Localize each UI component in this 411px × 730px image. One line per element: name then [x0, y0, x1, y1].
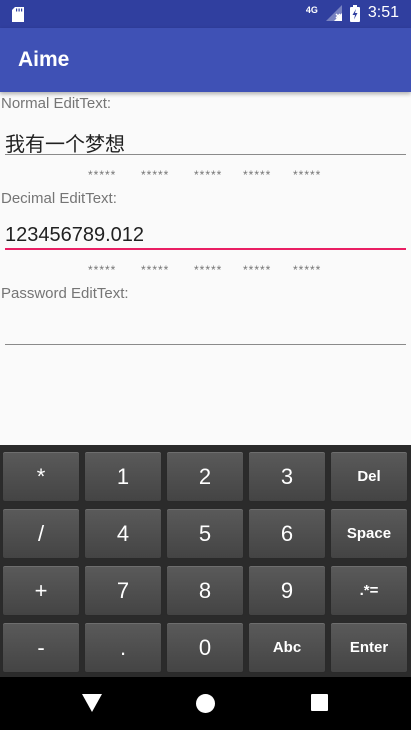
normal-edittext-underline — [5, 154, 406, 155]
key-minus[interactable]: - — [2, 622, 80, 673]
key-delete[interactable]: Del — [330, 451, 408, 502]
key-divide[interactable]: / — [2, 508, 80, 559]
key-0[interactable]: 0 — [166, 622, 244, 673]
stars-item: ***** — [194, 263, 223, 277]
decimal-edittext[interactable]: 123456789.012 — [5, 224, 406, 250]
key-3[interactable]: 3 — [248, 451, 326, 502]
key-dot[interactable]: . — [84, 622, 162, 673]
home-icon[interactable] — [196, 694, 215, 713]
normal-edittext[interactable]: 我有一个梦想 — [5, 128, 406, 156]
network-type: 4G — [305, 4, 318, 15]
battery-charging-icon — [349, 4, 360, 22]
stars-item: ***** — [293, 263, 322, 277]
decimal-edittext-label: Decimal EditText: — [1, 190, 117, 207]
key-8[interactable]: 8 — [166, 565, 244, 616]
key-2[interactable]: 2 — [166, 451, 244, 502]
clock: 3:51 — [367, 4, 399, 21]
key-9[interactable]: 9 — [248, 565, 326, 616]
password-edittext-underline — [5, 344, 406, 345]
key-space[interactable]: Space — [330, 508, 408, 559]
key-abc[interactable]: Abc — [248, 622, 326, 673]
stars-item: ***** — [88, 263, 117, 277]
stars-item: ***** — [293, 168, 322, 182]
key-enter[interactable]: Enter — [330, 622, 408, 673]
stars-item: ***** — [141, 168, 170, 182]
decimal-edittext-value: 123456789.012 — [5, 224, 145, 246]
decimal-edittext-underline — [5, 248, 406, 250]
password-edittext[interactable] — [5, 318, 406, 344]
key-7[interactable]: 7 — [84, 565, 162, 616]
app-bar: Aime — [0, 28, 411, 92]
app-title: Aime — [18, 48, 70, 71]
key-plus[interactable]: + — [2, 565, 80, 616]
status-bar: 4G 3:51 — [0, 0, 411, 28]
custom-keypad: * 1 2 3 Del / 4 5 6 Space + 7 8 9 .*= - … — [0, 445, 411, 677]
key-4[interactable]: 4 — [84, 508, 162, 559]
recents-icon[interactable] — [311, 694, 328, 712]
stars-item: ***** — [194, 168, 223, 182]
key-1[interactable]: 1 — [84, 451, 162, 502]
stars-item: ***** — [141, 263, 170, 277]
password-edittext-label: Password EditText: — [1, 285, 129, 302]
stars-item: ***** — [243, 263, 272, 277]
key-multiply[interactable]: * — [2, 451, 80, 502]
sd-card-icon — [12, 7, 24, 22]
key-6[interactable]: 6 — [248, 508, 326, 559]
normal-edittext-label: Normal EditText: — [1, 95, 112, 112]
cell-signal-icon — [325, 5, 342, 21]
key-5[interactable]: 5 — [166, 508, 244, 559]
back-icon[interactable] — [82, 694, 102, 713]
key-symbols[interactable]: .*= — [330, 565, 408, 616]
stars-item: ***** — [243, 168, 272, 182]
stars-item: ***** — [88, 168, 117, 182]
normal-edittext-value: 我有一个梦想 — [5, 134, 125, 156]
navigation-bar — [0, 677, 411, 730]
